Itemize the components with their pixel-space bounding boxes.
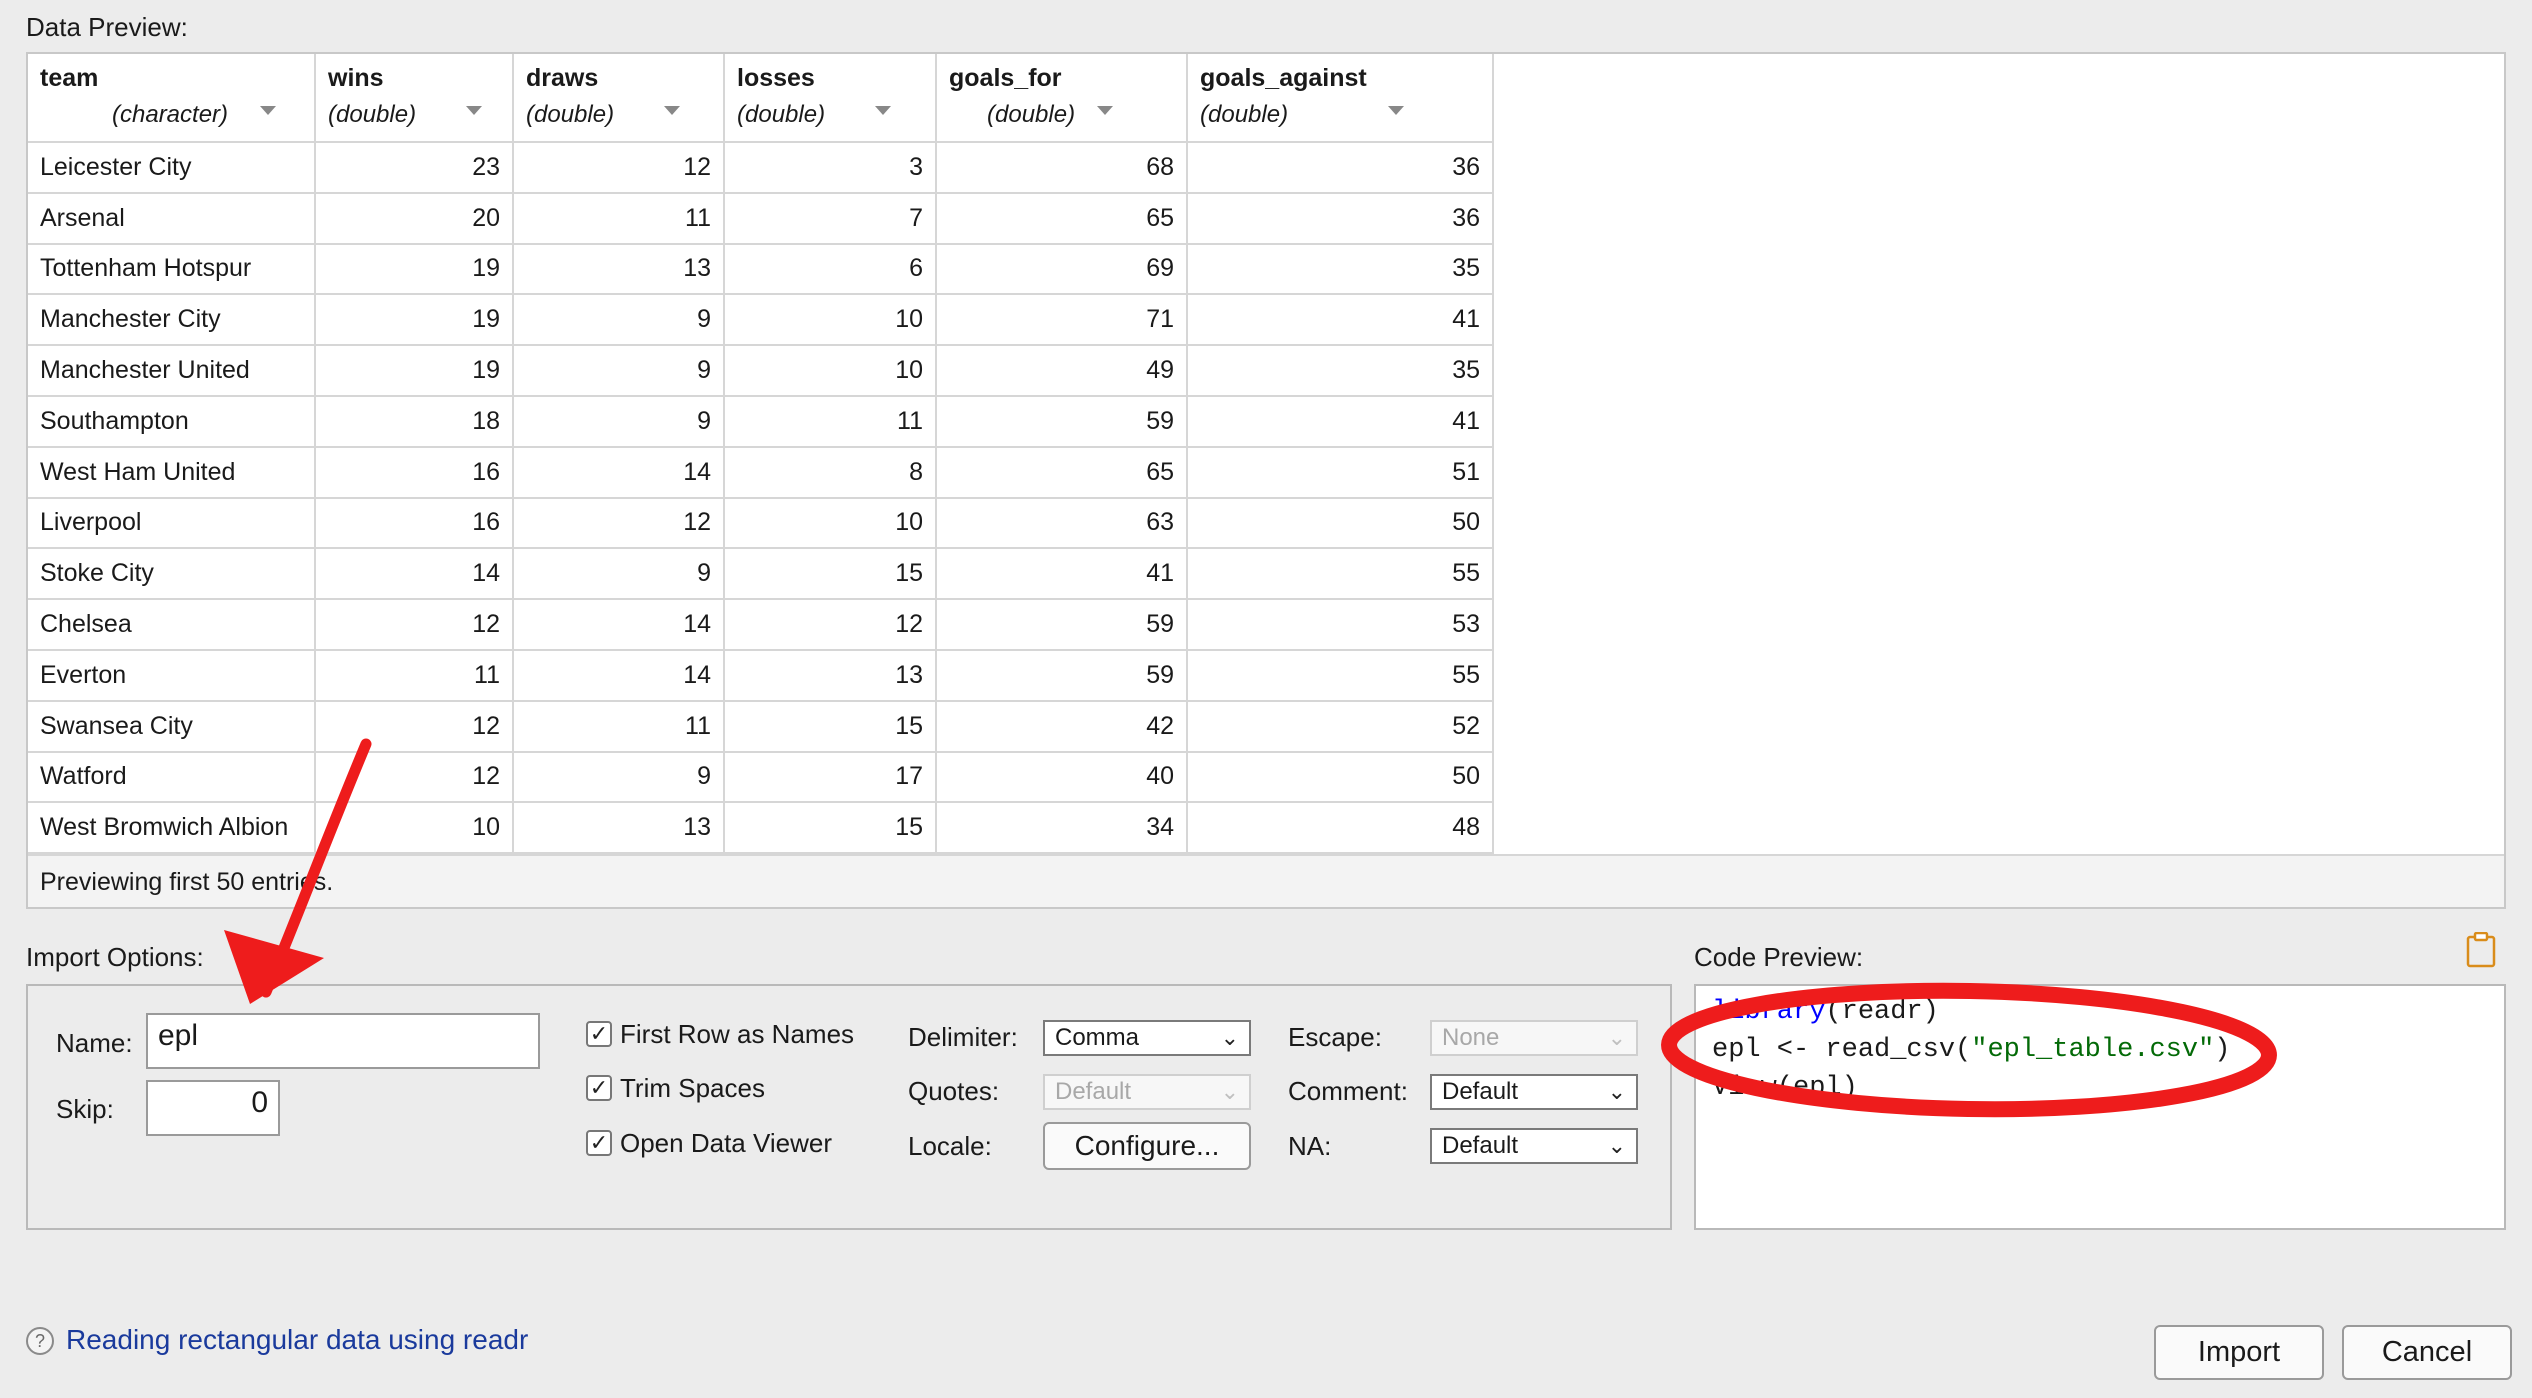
red-circle-annotation	[1661, 982, 2277, 1118]
red-arrowhead-icon	[224, 930, 324, 1004]
annotation-overlay	[224, 738, 2277, 1118]
